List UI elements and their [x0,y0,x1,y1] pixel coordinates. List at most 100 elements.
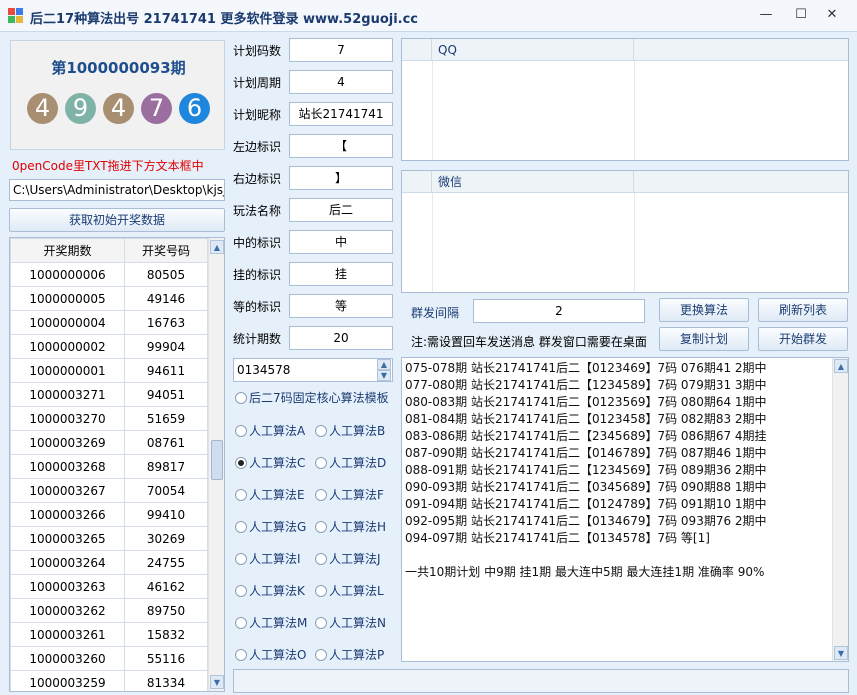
number-cell[interactable]: 30269 [124,526,208,551]
table-row[interactable]: 1000000005 49146 [10,286,208,311]
miss-mark-input[interactable]: 挂 [289,262,393,286]
table-row[interactable]: 1000000002 99904 [10,334,208,359]
close-button[interactable]: ✕ [818,4,846,26]
period-cell[interactable]: 1000003265 [10,526,125,551]
play-name-input[interactable]: 后二 [289,198,393,222]
table-row[interactable]: 1000003264 24755 [10,550,208,575]
file-path-input[interactable]: C:\Users\Administrator\Desktop\kjsj. [9,179,225,201]
code-scroll-down-icon[interactable]: ▼ [377,370,391,381]
start-group-send-button[interactable]: 开始群发 [758,327,848,351]
radio-algorithm-l[interactable]: 人工算法L [315,583,384,599]
scroll-down-icon[interactable]: ▼ [210,675,224,689]
number-cell[interactable]: 51659 [124,406,208,431]
table-row[interactable]: 1000003259 81334 [10,670,208,691]
period-cell[interactable]: 1000003267 [10,478,125,503]
radio-algorithm-g[interactable]: 人工算法G [235,519,306,535]
plan-code-count-input[interactable]: 7 [289,38,393,62]
table-row[interactable]: 1000003265 30269 [10,526,208,551]
radio-algorithm-n[interactable]: 人工算法N [315,615,386,631]
period-cell[interactable]: 1000000004 [10,310,125,335]
radio-algorithm-k[interactable]: 人工算法K [235,583,305,599]
code-scroll-up-icon[interactable]: ▲ [377,359,391,370]
radio-algorithm-o[interactable]: 人工算法O [235,647,306,663]
scroll-thumb[interactable] [211,440,223,480]
number-cell[interactable]: 89817 [124,454,208,479]
period-cell[interactable]: 1000000002 [10,334,125,359]
left-mark-input[interactable]: 【 [289,134,393,158]
radio-algorithm-i[interactable]: 人工算法I [235,551,301,567]
table-row[interactable]: 1000003261 15832 [10,622,208,647]
number-cell[interactable]: 94611 [124,358,208,383]
radio-algorithm-j[interactable]: 人工算法J [315,551,381,567]
table-row[interactable]: 1000003263 46162 [10,574,208,599]
number-cell[interactable]: 99410 [124,502,208,527]
table-row[interactable]: 1000000006 80505 [10,262,208,287]
table-row[interactable]: 1000003271 94051 [10,382,208,407]
number-cell[interactable]: 15832 [124,622,208,647]
log-scrollbar[interactable]: ▲ ▼ [832,358,848,661]
table-row[interactable]: 1000003262 89750 [10,598,208,623]
period-cell[interactable]: 1000003264 [10,550,125,575]
table-row[interactable]: 1000003267 70054 [10,478,208,503]
fetch-data-button[interactable]: 获取初始开奖数据 [9,208,225,232]
number-cell[interactable]: 94051 [124,382,208,407]
radio-algorithm-m[interactable]: 人工算法M [235,615,307,631]
table-row[interactable]: 1000003266 99410 [10,502,208,527]
table-row[interactable]: 1000000001 94611 [10,358,208,383]
number-cell[interactable]: 55116 [124,646,208,671]
copy-plan-button[interactable]: 复制计划 [659,327,749,351]
number-cell[interactable]: 99904 [124,334,208,359]
scroll-down-icon[interactable]: ▼ [834,646,848,660]
table-row[interactable]: 1000003270 51659 [10,406,208,431]
table-scrollbar[interactable]: ▲ ▼ [208,238,224,691]
interval-input[interactable]: 2 [473,299,645,323]
radio-algorithm-c[interactable]: 人工算法C [235,455,305,471]
number-cell[interactable]: 81334 [124,670,208,691]
radio-algorithm-d[interactable]: 人工算法D [315,455,386,471]
table-row[interactable]: 1000003260 55116 [10,646,208,671]
period-cell[interactable]: 1000000005 [10,286,125,311]
wait-mark-input[interactable]: 等 [289,294,393,318]
period-cell[interactable]: 1000003262 [10,598,125,623]
radio-core-template[interactable]: 后二7码固定核心算法模板 [235,390,389,406]
period-cell[interactable]: 1000003270 [10,406,125,431]
period-cell[interactable]: 1000000006 [10,262,125,287]
number-cell[interactable]: 24755 [124,550,208,575]
radio-algorithm-e[interactable]: 人工算法E [235,487,305,503]
column-header-period[interactable]: 开奖期数 [10,238,125,263]
period-cell[interactable]: 1000003261 [10,622,125,647]
qq-column-header[interactable]: QQ [432,39,634,61]
number-cell[interactable]: 49146 [124,286,208,311]
radio-algorithm-b[interactable]: 人工算法B [315,423,385,439]
wechat-column-header[interactable]: 微信 [432,171,634,193]
fixed-code-textbox[interactable]: 0134578 [233,358,393,382]
plan-output-textarea[interactable]: 075-078期 站长21741741后二【0123469】7码 076期41 … [401,357,849,662]
period-cell[interactable]: 1000000001 [10,358,125,383]
scroll-up-icon[interactable]: ▲ [834,359,848,373]
change-algorithm-button[interactable]: 更换算法 [659,298,749,322]
stat-count-input[interactable]: 20 [289,326,393,350]
maximize-button[interactable]: ☐ [787,4,815,26]
period-cell[interactable]: 1000003263 [10,574,125,599]
table-row[interactable]: 1000003268 89817 [10,454,208,479]
number-cell[interactable]: 80505 [124,262,208,287]
radio-algorithm-h[interactable]: 人工算法H [315,519,386,535]
table-row[interactable]: 1000000004 16763 [10,310,208,335]
period-cell[interactable]: 1000003260 [10,646,125,671]
minimize-button[interactable]: — [752,4,780,26]
number-cell[interactable]: 08761 [124,430,208,455]
draw-history-table[interactable]: 开奖期数 开奖号码 1000000006 80505 1000000005 49146… [9,237,225,692]
period-cell[interactable]: 1000003266 [10,502,125,527]
plan-cycle-input[interactable]: 4 [289,70,393,94]
hit-mark-input[interactable]: 中 [289,230,393,254]
radio-algorithm-p[interactable]: 人工算法P [315,647,384,663]
plan-nickname-input[interactable]: 站长21741741 [289,102,393,126]
qq-group-grid[interactable]: QQ [401,38,849,161]
radio-algorithm-a[interactable]: 人工算法A [235,423,305,439]
number-cell[interactable]: 70054 [124,478,208,503]
period-cell[interactable]: 1000003268 [10,454,125,479]
number-cell[interactable]: 46162 [124,574,208,599]
period-cell[interactable]: 1000003259 [10,670,125,691]
wechat-group-grid[interactable]: 微信 [401,170,849,293]
number-cell[interactable]: 16763 [124,310,208,335]
